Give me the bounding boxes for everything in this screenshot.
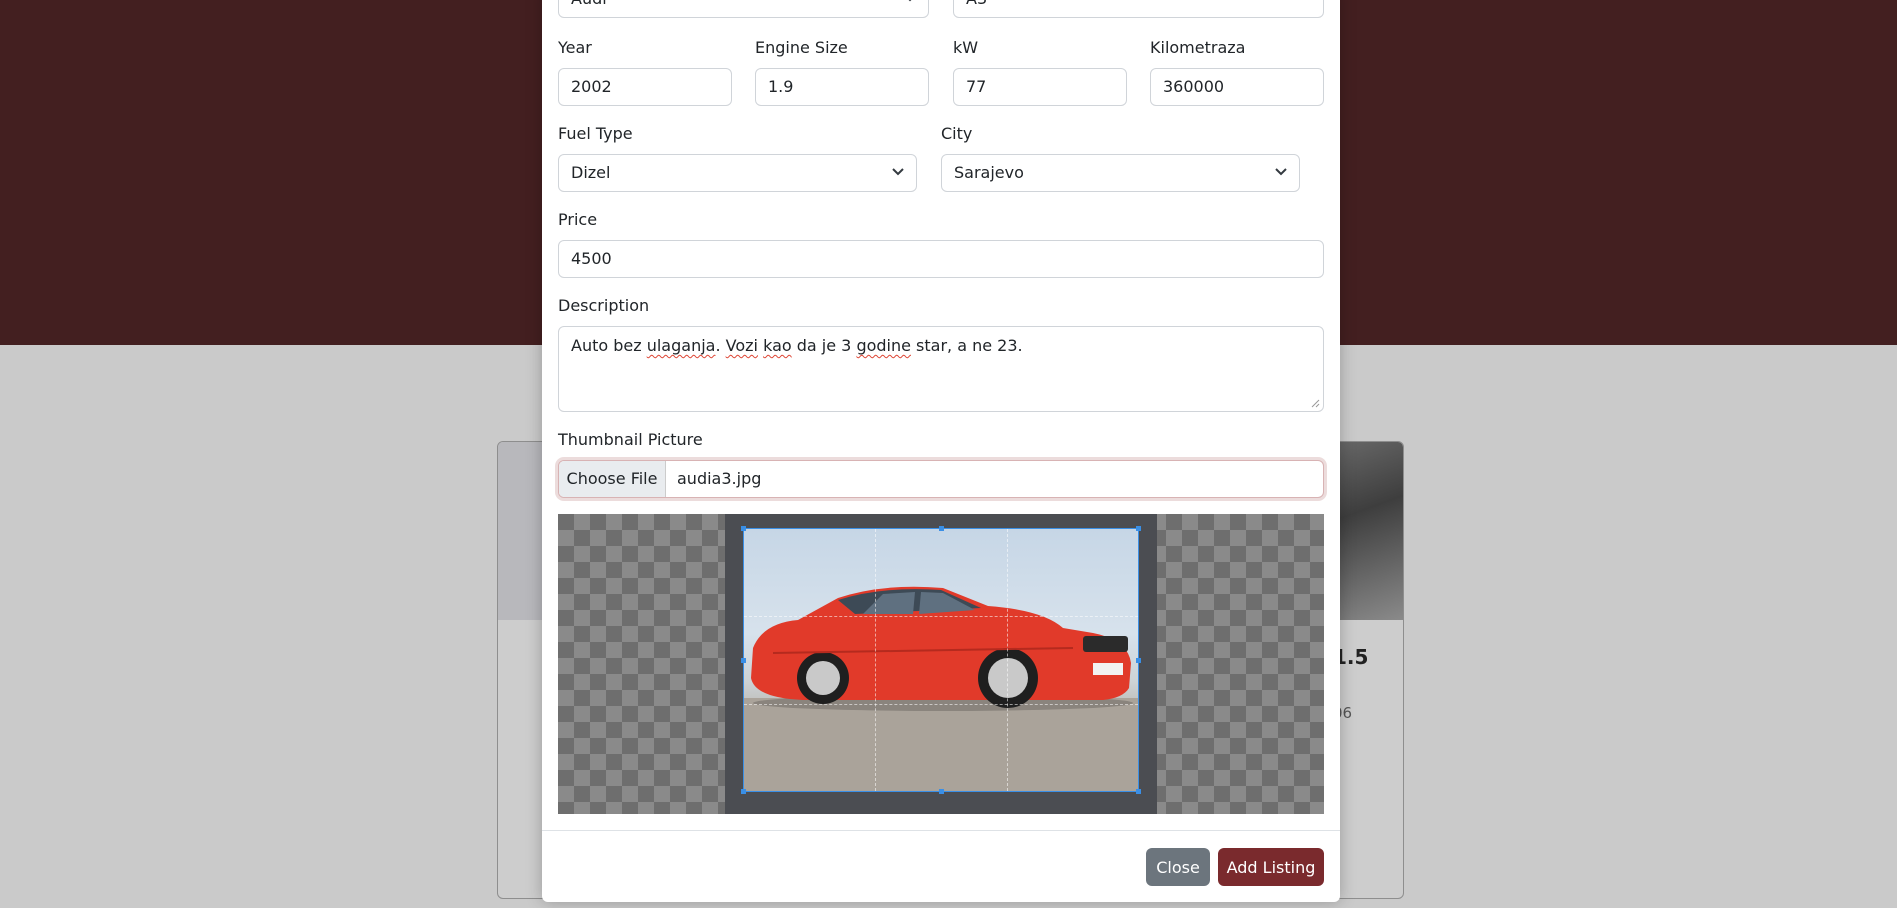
description-text: Auto bez ulaganja. Vozi kao da je 3 godi…: [571, 336, 1023, 355]
crop-handle-nw[interactable]: [741, 526, 746, 531]
chevron-down-icon: [1275, 168, 1287, 176]
model-input[interactable]: A3: [953, 0, 1324, 18]
kw-value: 77: [966, 77, 987, 96]
make-select[interactable]: Audi: [558, 0, 929, 18]
engine-size-label: Engine Size: [755, 38, 848, 57]
kw-input[interactable]: 77: [953, 68, 1127, 106]
city-select[interactable]: Sarajevo: [941, 154, 1300, 192]
kilometraza-value: 360000: [1163, 77, 1225, 96]
description-textarea[interactable]: Auto bez ulaganja. Vozi kao da je 3 godi…: [558, 326, 1324, 412]
chevron-down-icon: [908, 0, 912, 2]
price-input[interactable]: 4500: [558, 240, 1324, 278]
price-value: 4500: [571, 249, 612, 268]
crop-handle-sw[interactable]: [741, 789, 746, 794]
image-cropper[interactable]: [558, 514, 1324, 814]
choose-file-button[interactable]: Choose File: [559, 461, 666, 497]
thumbnail-label: Thumbnail Picture: [558, 430, 703, 449]
year-value: 2002: [571, 77, 612, 96]
city-value: Sarajevo: [954, 163, 1024, 182]
price-label: Price: [558, 210, 598, 229]
resize-grip-icon[interactable]: [1311, 399, 1320, 408]
engine-size-input[interactable]: 1.9: [755, 68, 929, 106]
kw-label: kW: [953, 38, 979, 57]
model-value: A3: [966, 0, 987, 8]
crop-handle-e[interactable]: [1136, 658, 1141, 663]
description-label: Description: [558, 296, 650, 315]
file-name: audia3.jpg: [677, 469, 762, 488]
kilometraza-input[interactable]: 360000: [1150, 68, 1324, 106]
fuel-type-label: Fuel Type: [558, 124, 633, 143]
thumbnail-file-input[interactable]: Choose File audia3.jpg: [558, 460, 1324, 498]
crop-handle-w[interactable]: [741, 658, 746, 663]
make-value: Audi: [571, 0, 607, 8]
modal-footer-divider: [542, 830, 1340, 831]
add-listing-button[interactable]: Add Listing: [1218, 848, 1324, 886]
crop-handle-n[interactable]: [939, 526, 944, 531]
kilometraza-label: Kilometraza: [1150, 38, 1246, 57]
crop-selection-box[interactable]: [741, 526, 1141, 794]
year-input[interactable]: 2002: [558, 68, 732, 106]
crop-handle-s[interactable]: [939, 789, 944, 794]
engine-size-value: 1.9: [768, 77, 794, 96]
year-label: Year: [558, 38, 592, 57]
close-button[interactable]: Close: [1146, 848, 1210, 886]
crop-handle-se[interactable]: [1136, 789, 1141, 794]
city-label: City: [941, 124, 973, 143]
fuel-type-select[interactable]: Dizel: [558, 154, 917, 192]
fuel-type-value: Dizel: [571, 163, 611, 182]
crop-handle-ne[interactable]: [1136, 526, 1141, 531]
chevron-down-icon: [892, 168, 904, 176]
